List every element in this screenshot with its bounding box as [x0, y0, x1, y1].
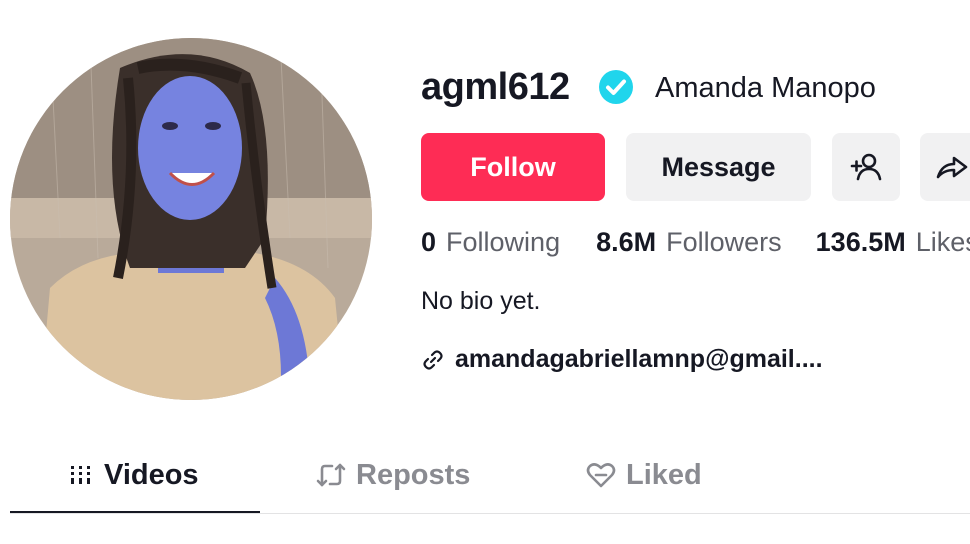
tab-reposts-label: Reposts	[356, 458, 471, 491]
grid-icon	[71, 466, 90, 484]
profile-stats: 0 Following 8.6M Followers 136.5M Likes	[421, 222, 970, 262]
tab-videos[interactable]: Videos	[68, 440, 199, 510]
tab-liked-label: Liked	[626, 458, 702, 491]
username: agml612	[421, 66, 570, 108]
followers-count: 8.6M	[596, 226, 657, 257]
tab-videos-label: Videos	[104, 458, 199, 491]
link-icon	[423, 349, 443, 370]
profile-link-text: amandagabriellamnp@gmail....	[455, 345, 823, 373]
following-label: Following	[446, 226, 561, 257]
repost-icon	[316, 463, 346, 487]
profile-tabs: Videos Reposts Liked	[10, 440, 970, 514]
add-user-icon	[850, 153, 882, 181]
likes-stat: 136.5M Likes	[816, 227, 970, 258]
verified-badge-icon	[598, 69, 634, 105]
profile-bio: No bio yet.	[421, 287, 541, 315]
followers-stat[interactable]: 8.6M Followers	[596, 227, 782, 258]
tab-reposts[interactable]: Reposts	[316, 440, 470, 510]
following-stat[interactable]: 0 Following	[421, 227, 560, 258]
follow-button[interactable]: Follow	[421, 133, 605, 201]
share-icon	[936, 156, 968, 179]
display-name: Amanda Manopo	[655, 72, 876, 104]
message-button[interactable]: Message	[626, 133, 811, 201]
following-count: 0	[421, 226, 437, 257]
tab-liked[interactable]: Liked	[586, 440, 702, 510]
avatar-image	[10, 38, 372, 400]
profile-link[interactable]: amandagabriellamnp@gmail....	[421, 345, 823, 374]
followers-label: Followers	[666, 226, 782, 257]
heart-icon	[586, 463, 616, 488]
tabs-divider	[10, 513, 970, 514]
profile-avatar[interactable]	[10, 38, 372, 400]
add-friend-button[interactable]	[832, 133, 900, 201]
share-button[interactable]	[920, 133, 970, 201]
likes-label: Likes	[915, 226, 970, 257]
likes-count: 136.5M	[815, 226, 906, 257]
